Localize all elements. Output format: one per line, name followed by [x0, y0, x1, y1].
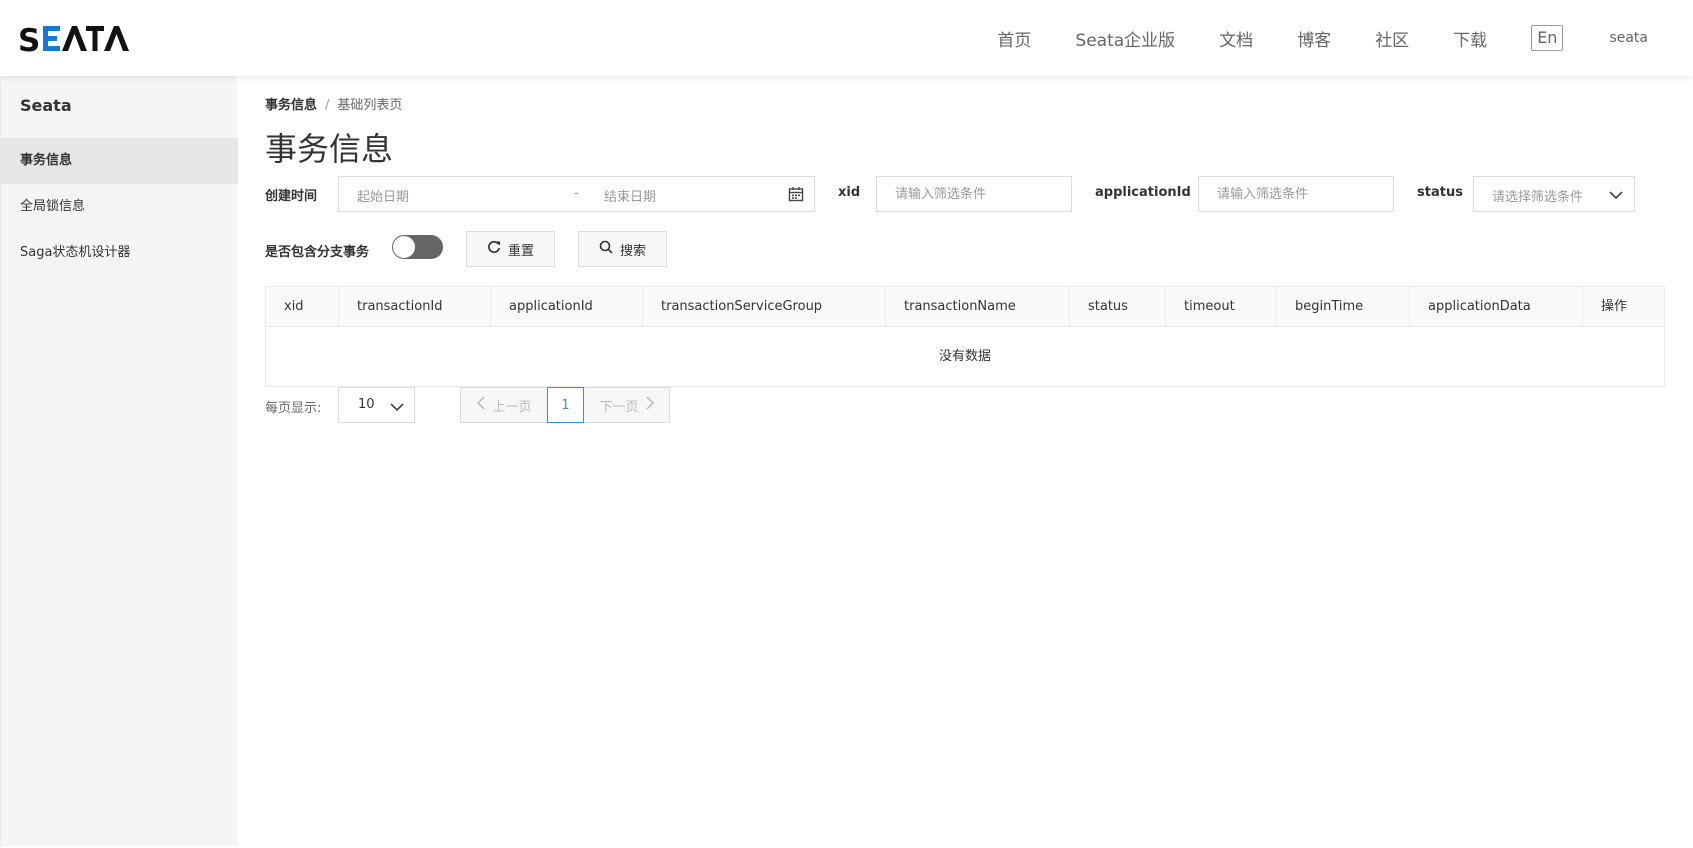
column-header-actions: 操作: [1601, 299, 1628, 314]
page-number-button[interactable]: 1: [547, 387, 584, 423]
status-select-placeholder: 请选择筛选条件: [1492, 190, 1584, 205]
breadcrumb: 事务信息 / 基础列表页: [265, 94, 402, 113]
chevron-left-icon: [476, 396, 492, 414]
column-header-xid: xid: [266, 287, 339, 326]
toggle-knob: [393, 236, 415, 258]
reset-button-label: 重置: [507, 243, 534, 259]
nav-enterprise[interactable]: Seata企业版: [1075, 26, 1175, 51]
application-id-input[interactable]: [1198, 176, 1394, 212]
transactions-table: xid transactionId applicationId transact…: [265, 286, 1665, 387]
page-size-select[interactable]: 10: [338, 387, 415, 423]
sidebar: Seata 事务信息 全局锁信息 Saga状态机设计器: [0, 76, 238, 846]
reset-button[interactable]: 重置: [466, 231, 555, 267]
top-nav: 首页 Seata企业版 文档 博客 社区 下载 En seata: [975, 0, 1693, 76]
date-range-picker[interactable]: 起始日期 - 结束日期: [338, 176, 815, 212]
top-header: S 首页 Seata企业版 文档 博客 社区 下载 En seata: [0, 0, 1693, 76]
column-header-status: status: [1070, 287, 1166, 326]
next-page-button[interactable]: 下一页: [584, 388, 670, 422]
status-label: status: [1417, 185, 1463, 200]
column-header-application-id: applicationId: [491, 287, 643, 326]
column-header-application-data: applicationData: [1410, 287, 1583, 326]
page-size-value: 10: [358, 397, 375, 412]
nav-blog[interactable]: 博客: [1297, 26, 1331, 51]
nav-docs[interactable]: 文档: [1219, 26, 1253, 51]
user-menu[interactable]: seata: [1609, 30, 1648, 46]
xid-input[interactable]: [876, 176, 1072, 212]
prev-page-label: 上一页: [492, 399, 532, 415]
application-id-label: applicationId: [1095, 185, 1191, 200]
chevron-down-icon: [1608, 187, 1624, 207]
column-header-transaction-service-group: transactionServiceGroup: [643, 287, 886, 326]
column-header-begin-time: beginTime: [1277, 287, 1410, 326]
sidebar-item-global-locks[interactable]: 全局锁信息: [1, 184, 238, 230]
svg-text:S: S: [18, 23, 41, 53]
end-date-input[interactable]: 结束日期: [604, 186, 656, 205]
search-button-label: 搜索: [619, 243, 646, 259]
calendar-icon[interactable]: [788, 186, 804, 206]
column-header-transaction-name: transactionName: [886, 287, 1070, 326]
breadcrumb-item-transactions[interactable]: 事务信息: [265, 98, 317, 113]
date-range-separator: -: [574, 186, 579, 201]
page-size-label: 每页显示:: [265, 401, 322, 416]
search-icon: [599, 240, 620, 258]
sidebar-title: Seata: [20, 96, 72, 115]
language-switch-button[interactable]: En: [1531, 25, 1564, 51]
breadcrumb-separator: /: [325, 98, 330, 113]
next-page-label: 下一页: [599, 399, 639, 415]
column-header-transaction-id: transactionId: [339, 287, 491, 326]
breadcrumb-item-list: 基础列表页: [337, 98, 403, 113]
refresh-icon: [487, 240, 508, 258]
search-button[interactable]: 搜索: [578, 231, 667, 267]
seata-logo[interactable]: S: [18, 22, 130, 54]
pagination-controls: 上一页 1 下一页: [460, 387, 670, 423]
table-header: xid transactionId applicationId transact…: [266, 287, 1664, 327]
pagination: 每页显示: 10 上一页 1 下一页: [265, 387, 1665, 423]
start-date-input[interactable]: 起始日期: [357, 186, 409, 205]
nav-home[interactable]: 首页: [997, 26, 1031, 51]
column-header-timeout: timeout: [1166, 287, 1277, 326]
sidebar-item-saga-designer[interactable]: Saga状态机设计器: [1, 230, 238, 276]
include-branch-toggle[interactable]: [392, 235, 443, 259]
prev-page-button[interactable]: 上一页: [461, 388, 547, 422]
filter-row: 创建时间 起始日期 - 结束日期 xid applicationId statu…: [265, 176, 1665, 212]
xid-label: xid: [838, 185, 861, 200]
nav-community[interactable]: 社区: [1375, 26, 1409, 51]
chevron-right-icon: [639, 396, 655, 414]
table-empty-message: 没有数据: [938, 349, 991, 364]
create-time-label: 创建时间: [265, 189, 318, 204]
sidebar-item-transactions[interactable]: 事务信息: [1, 138, 238, 184]
include-branch-label: 是否包含分支事务: [265, 245, 370, 260]
page-title: 事务信息: [265, 130, 394, 168]
nav-download[interactable]: 下载: [1453, 26, 1487, 51]
filter-actions-row: 是否包含分支事务 重置 搜索: [265, 231, 1665, 267]
status-select[interactable]: 请选择筛选条件: [1473, 176, 1635, 212]
